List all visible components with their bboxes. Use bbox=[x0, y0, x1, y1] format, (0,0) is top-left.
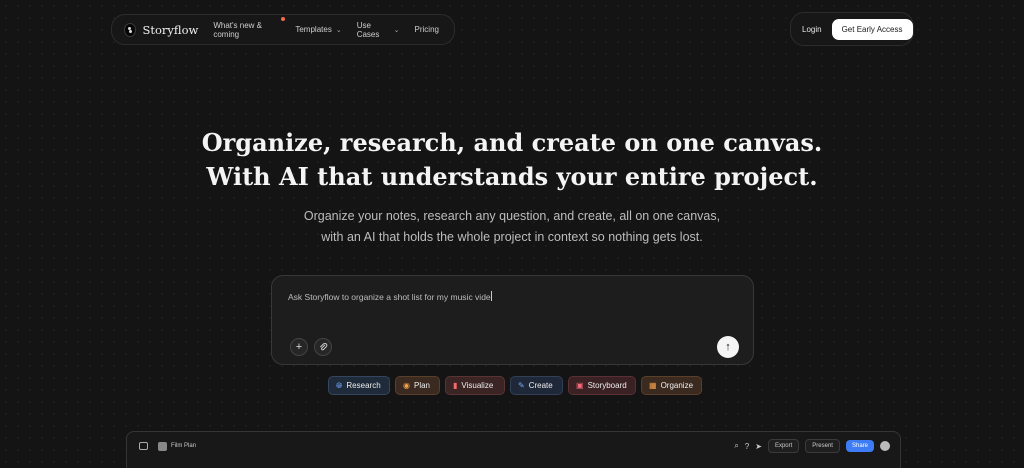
nav-item-templates[interactable]: Templates ⌄ bbox=[295, 25, 341, 34]
app-preview: Film Plan ⌕ ? ➤ Export Present Share bbox=[126, 431, 901, 468]
chip-storyboard[interactable]: ▣ Storyboard bbox=[568, 376, 636, 395]
chevron-down-icon: ⌄ bbox=[393, 26, 400, 34]
preview-toolbar: Film Plan ⌕ ? ➤ Export Present Share bbox=[127, 432, 900, 460]
sidebar-toggle-icon[interactable] bbox=[139, 442, 148, 450]
brand-name[interactable]: Storyflow bbox=[142, 23, 198, 37]
share-button[interactable]: Share bbox=[845, 440, 874, 452]
nav-item-whats-new[interactable]: What's new & coming bbox=[213, 16, 286, 39]
search-icon[interactable]: ⌕ bbox=[734, 441, 738, 451]
export-button[interactable]: Export bbox=[767, 439, 800, 453]
preview-actions: ⌕ ? ➤ Export Present Share bbox=[734, 439, 890, 453]
text-caret bbox=[490, 291, 492, 301]
chip-organize[interactable]: ▦ Organize bbox=[641, 376, 702, 395]
paperclip-icon bbox=[319, 342, 327, 350]
file-icon bbox=[158, 441, 167, 451]
grid-icon: ▦ bbox=[649, 381, 657, 390]
nav-item-use-cases[interactable]: Use Cases ⌄ bbox=[357, 21, 400, 39]
get-early-access-button[interactable]: Get Early Access bbox=[831, 18, 913, 40]
chip-visualize[interactable]: ▮ Visualize bbox=[445, 376, 505, 395]
hero-subtitle: Organize your notes, research any questi… bbox=[303, 209, 721, 244]
wand-icon: ✎ bbox=[518, 381, 525, 390]
help-icon[interactable]: ? bbox=[745, 442, 749, 451]
arrow-up-icon: ↑ bbox=[725, 341, 731, 353]
chevron-down-icon: ⌄ bbox=[335, 26, 342, 34]
compass-icon: ◉ bbox=[403, 381, 410, 390]
chip-research[interactable]: 🌐︎ Research bbox=[328, 376, 390, 395]
storyflow-logo-icon[interactable] bbox=[124, 22, 137, 37]
chip-plan[interactable]: ◉ Plan bbox=[395, 376, 440, 395]
add-button[interactable]: + bbox=[290, 338, 308, 356]
prompt-input[interactable]: Ask Storyflow to organize a shot list fo… bbox=[288, 291, 492, 302]
prompt-box[interactable]: Ask Storyflow to organize a shot list fo… bbox=[271, 275, 754, 365]
mode-chips: 🌐︎ Research ◉ Plan ▮ Visualize ✎ Create … bbox=[328, 376, 702, 395]
present-button[interactable]: Present bbox=[805, 439, 840, 453]
cursor-icon[interactable]: ➤ bbox=[755, 442, 762, 451]
auth-nav: Login Get Early Access bbox=[790, 12, 914, 46]
main-nav: Storyflow What's new & coming Templates … bbox=[111, 14, 455, 45]
avatar[interactable] bbox=[880, 441, 890, 451]
send-button[interactable]: ↑ bbox=[717, 336, 739, 358]
preview-title: Film Plan bbox=[171, 443, 197, 449]
bar-chart-icon: ▮ bbox=[453, 381, 458, 390]
camera-icon: ▣ bbox=[576, 381, 584, 390]
chip-create[interactable]: ✎ Create bbox=[510, 376, 563, 395]
login-link[interactable]: Login bbox=[802, 25, 822, 34]
attach-button[interactable] bbox=[314, 338, 332, 356]
nav-item-pricing[interactable]: Pricing bbox=[415, 25, 439, 34]
globe-icon: 🌐︎ bbox=[336, 380, 343, 390]
plus-icon: + bbox=[295, 341, 303, 353]
notification-dot-icon bbox=[281, 16, 286, 21]
hero-title: Organize, research, and create on one ca… bbox=[201, 128, 823, 191]
